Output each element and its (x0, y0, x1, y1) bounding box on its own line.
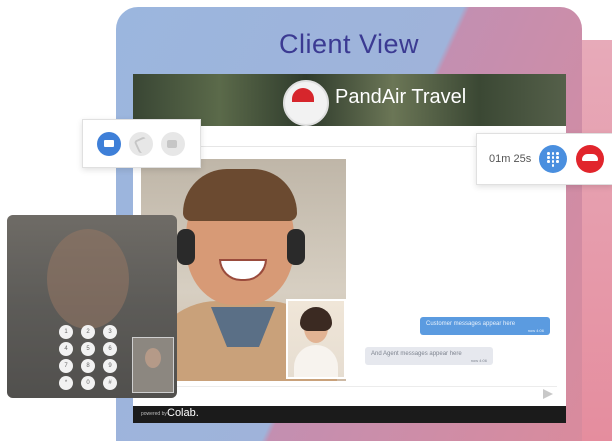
powered-by-label: powered by (141, 411, 167, 417)
keypad-key[interactable]: 9 (103, 359, 117, 373)
headset-left (177, 229, 195, 265)
mobile-keypad: 1 2 3 4 5 6 7 8 9 * 0 # (59, 325, 131, 395)
keypad-key[interactable]: 6 (103, 342, 117, 356)
keypad-key[interactable]: 0 (81, 376, 95, 390)
keypad-key[interactable]: 7 (59, 359, 73, 373)
call-controls: 01m 25s (476, 133, 612, 185)
colab-logo: Colab. (167, 407, 199, 419)
footer-bar: powered by Colab. (133, 406, 566, 423)
headset-right (287, 229, 305, 265)
video-icon (167, 140, 177, 148)
phone-icon (133, 136, 151, 154)
keypad-key[interactable]: 4 (59, 342, 73, 356)
panda-logo (283, 80, 329, 126)
agent-message-text: And Agent messages appear here (371, 351, 462, 357)
keypad-key[interactable]: 5 (81, 342, 95, 356)
customer-hair (300, 307, 332, 331)
mobile-customer-pip (132, 337, 174, 393)
agent-message-bubble: And Agent messages appear here now 4:06 (365, 347, 493, 365)
customer-message-text: Customer messages appear here (426, 321, 516, 327)
hangup-icon (582, 154, 598, 161)
keypad-key[interactable]: * (59, 376, 73, 390)
agent-hair (183, 169, 297, 221)
keypad-key[interactable]: 3 (103, 325, 117, 339)
voice-mode-button[interactable] (129, 132, 153, 156)
mobile-customer-head (145, 348, 161, 368)
brand-name: PandAir Travel (335, 86, 467, 108)
keypad-key[interactable]: 2 (81, 325, 95, 339)
keypad-key[interactable]: # (103, 376, 117, 390)
mode-controls (82, 119, 201, 168)
mobile-call-preview: 1 2 3 4 5 6 7 8 9 * 0 # (7, 215, 177, 398)
card-title: Client View (278, 29, 420, 59)
chat-area: Customer messages appear here now 4:06 A… (355, 159, 558, 381)
agent-message-time: now 4:06 (470, 358, 487, 363)
call-timer: 01m 25s (489, 153, 532, 165)
message-composer[interactable] (141, 386, 557, 401)
hangup-button[interactable] (576, 145, 604, 173)
video-mode-button[interactable] (161, 132, 185, 156)
customer-message-bubble: Customer messages appear here now 4:06 (420, 317, 550, 335)
customer-video-pip[interactable] (286, 299, 346, 379)
keypad-button[interactable] (539, 145, 567, 173)
chat-mode-button[interactable] (97, 132, 121, 156)
keypad-key[interactable]: 8 (81, 359, 95, 373)
send-icon[interactable] (543, 389, 553, 399)
customer-message-time: now 4:06 (527, 328, 544, 333)
keypad-icon (547, 152, 559, 167)
keypad-key[interactable]: 1 (59, 325, 73, 339)
customer-body (294, 345, 338, 377)
chat-icon (104, 140, 114, 147)
